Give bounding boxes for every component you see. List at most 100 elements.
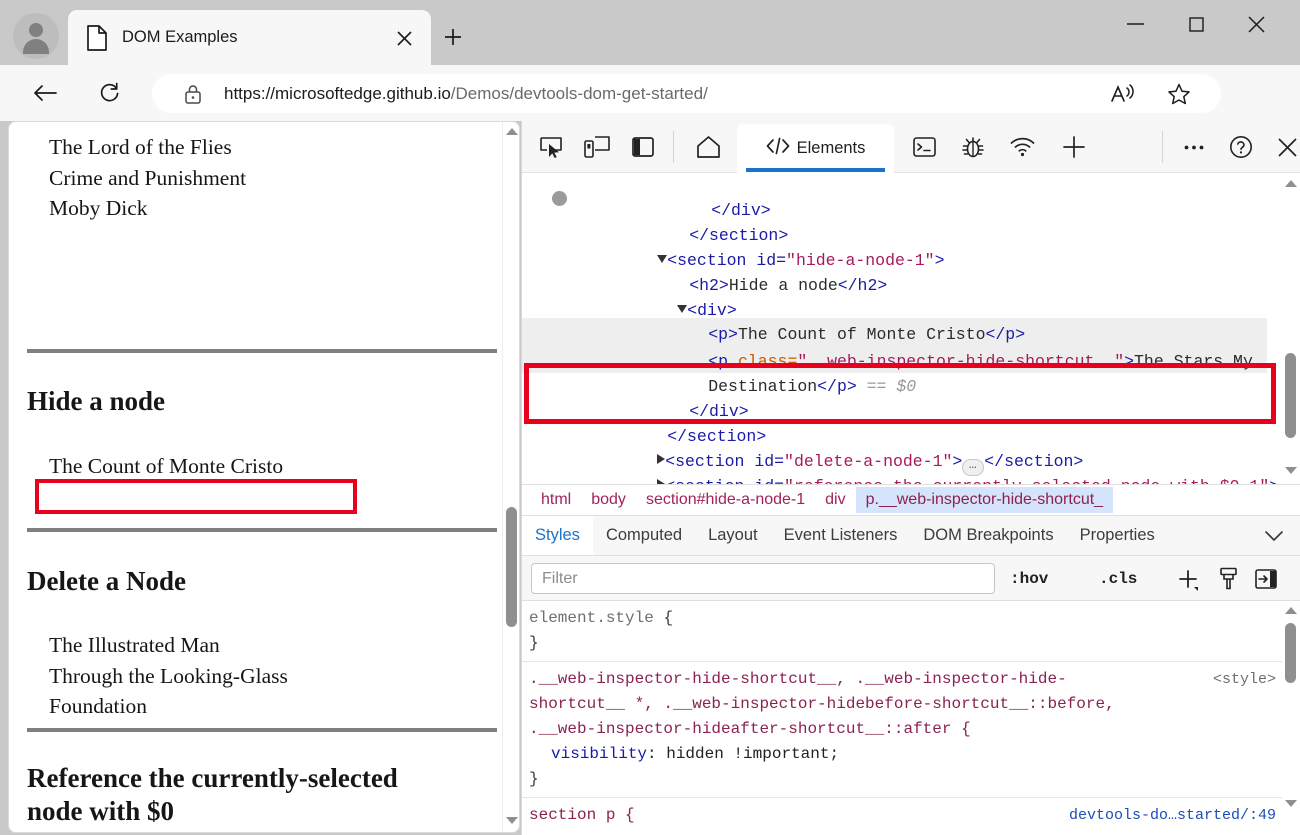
dom-tree-scrollbar[interactable]: [1282, 173, 1300, 484]
profile-avatar-icon[interactable]: [13, 13, 59, 59]
network-wifi-icon[interactable]: [1005, 131, 1039, 163]
rule-selector-line-2[interactable]: shortcut__ *, .__web-inspector-hidebefor…: [529, 692, 1300, 717]
tab-title: DOM Examples: [122, 28, 238, 46]
plus-icon[interactable]: [1057, 131, 1091, 163]
breadcrumb-item-body[interactable]: body: [581, 487, 636, 513]
close-icon[interactable]: [1270, 131, 1300, 163]
styles-scrollbar[interactable]: [1282, 601, 1300, 835]
scroll-down-icon[interactable]: [1285, 467, 1297, 474]
styles-filter-row: Filter :hov .cls: [522, 556, 1300, 601]
maximize-icon[interactable]: [1169, 0, 1224, 48]
section-divider: [27, 528, 497, 532]
style-rule-web-inspector-hide[interactable]: <style> .__web-inspector-hide-shortcut__…: [522, 662, 1300, 798]
paintbrush-icon[interactable]: [1212, 556, 1244, 601]
dom-line-section-hide-a-node[interactable]: <section id="hide-a-node-1">: [578, 223, 944, 270]
new-tab-button[interactable]: [436, 20, 470, 54]
close-icon[interactable]: [390, 24, 418, 52]
rule-selector-line-3[interactable]: .__web-inspector-hideafter-shortcut__::a…: [529, 717, 1300, 742]
scroll-down-icon[interactable]: [1285, 800, 1297, 807]
rule-selector-line-1[interactable]: .__web-inspector-hide-shortcut__, .__web…: [529, 667, 1300, 692]
page-scrollbar[interactable]: [502, 122, 519, 832]
page-content: The Lord of the Flies Crime and Punishme…: [9, 122, 504, 832]
scroll-down-icon[interactable]: [506, 817, 518, 824]
inspect-element-icon[interactable]: [534, 131, 568, 163]
device-emulation-icon[interactable]: [580, 131, 614, 163]
tab-layout[interactable]: Layout: [695, 516, 771, 555]
plus-icon[interactable]: [1172, 556, 1204, 601]
class-toggle-button[interactable]: .cls: [1099, 556, 1137, 601]
declaration-value[interactable]: hidden !important;: [666, 745, 839, 763]
tab-dom-breakpoints[interactable]: DOM Breakpoints: [910, 516, 1066, 555]
url-domain: https://microsoftedge.github.io: [224, 83, 451, 103]
rule-declaration[interactable]: visibility: hidden !important;: [529, 742, 1300, 767]
read-aloud-icon[interactable]: [1110, 82, 1136, 106]
rule-origin: <style>: [1212, 671, 1276, 688]
book-list-top: The Lord of the Flies Crime and Punishme…: [49, 132, 246, 224]
close-brace: }: [529, 634, 539, 652]
tab-computed[interactable]: Computed: [593, 516, 695, 555]
dom-line-h2[interactable]: <h2>Hide a node</h2>: [610, 248, 887, 295]
debugger-bug-icon[interactable]: [956, 131, 990, 163]
tab-properties[interactable]: Properties: [1067, 516, 1168, 555]
close-icon[interactable]: [1229, 0, 1284, 48]
tab-elements-label: Elements: [796, 139, 866, 157]
list-item: Foundation: [49, 694, 147, 718]
scrollbar-thumb[interactable]: [506, 507, 517, 627]
scrollbar-thumb[interactable]: [1285, 623, 1296, 683]
ellipsis-icon[interactable]: [1177, 131, 1211, 163]
home-icon[interactable]: [688, 131, 728, 163]
dock-panel-icon[interactable]: [626, 131, 660, 163]
breakpoint-dot-icon[interactable]: [552, 191, 567, 206]
rule-selector[interactable]: element.style: [529, 609, 654, 627]
tab-event-listeners[interactable]: Event Listeners: [771, 516, 911, 555]
dom-line-div-open[interactable]: <div>: [598, 273, 737, 320]
dom-tree[interactable]: </div> </section> <section id="hide-a-no…: [522, 173, 1300, 484]
devtools-panel: Elements </div> </section> <section id="…: [521, 121, 1300, 835]
section-divider: [27, 728, 497, 732]
star-icon[interactable]: [1167, 82, 1191, 106]
breadcrumb-item-section[interactable]: section#hide-a-node-1: [636, 487, 815, 513]
selected-node-highlight-box: [524, 363, 1276, 424]
sidebar-toggle-icon[interactable]: [1250, 556, 1282, 601]
browser-tab[interactable]: DOM Examples: [68, 10, 431, 65]
dom-line-close-section[interactable]: </section>: [610, 198, 788, 245]
reload-icon[interactable]: [90, 74, 128, 112]
style-rule-element-style[interactable]: element.style { }: [522, 601, 1300, 662]
dom-line-p-selected[interactable]: <p class="__web-inspector-hide-shortcut_…: [629, 324, 1253, 371]
dom-line-section-delete-a-node[interactable]: <section id="delete-a-node-1">… </section…: [578, 424, 1083, 476]
page-viewport: The Lord of the Flies Crime and Punishme…: [8, 121, 520, 833]
close-brace: }: [529, 770, 539, 788]
scrollbar-thumb[interactable]: [1285, 353, 1296, 438]
back-arrow-icon[interactable]: [26, 74, 64, 112]
tab-elements[interactable]: Elements: [737, 124, 894, 173]
scroll-up-icon[interactable]: [1285, 607, 1297, 614]
dom-line-p-count[interactable]: <p>The Count of Monte Cristo</p>: [629, 297, 1025, 344]
hover-state-button[interactable]: :hov: [1010, 556, 1048, 601]
browser-window: DOM Examples https://microsoftedge.githu…: [0, 0, 1300, 835]
lock-icon[interactable]: [183, 83, 205, 105]
address-bar[interactable]: https://microsoftedge.github.io/Demos/de…: [152, 74, 1221, 113]
book-list-delete: The Illustrated Man Through the Looking-…: [49, 630, 288, 722]
rule-origin-link[interactable]: devtools-do…started/:49: [1069, 803, 1276, 828]
dom-line-section-reference-node[interactable]: <section id="reference-the-currently-sel…: [578, 449, 1300, 484]
open-brace: {: [663, 609, 674, 627]
filter-input[interactable]: Filter: [531, 563, 995, 594]
dom-line-close-section-3[interactable]: </section>: [588, 474, 766, 484]
help-circle-icon[interactable]: [1224, 131, 1258, 163]
tab-styles[interactable]: Styles: [522, 516, 593, 555]
chevron-down-icon[interactable]: [1265, 516, 1283, 556]
breadcrumb-item-div[interactable]: div: [815, 487, 855, 513]
style-rule-section-p[interactable]: devtools-do…started/:49 section p {: [522, 798, 1300, 833]
styles-rules[interactable]: element.style { } <style> .__web-inspect…: [522, 601, 1300, 835]
list-item: Crime and Punishment: [49, 165, 247, 190]
list-item: Through the Looking-Glass: [49, 663, 288, 688]
devtools-toolbar: Elements: [522, 121, 1300, 173]
scroll-up-icon[interactable]: [1285, 180, 1297, 187]
declaration-property[interactable]: visibility: [551, 745, 647, 763]
dom-line-close-div[interactable]: </div>: [632, 173, 770, 220]
scroll-up-icon[interactable]: [506, 128, 518, 135]
breadcrumb-item-p-selected[interactable]: p.__web-inspector-hide-shortcut_: [855, 487, 1114, 513]
minimize-icon[interactable]: [1108, 0, 1163, 48]
console-icon[interactable]: [907, 131, 941, 163]
breadcrumb-item-html[interactable]: html: [531, 487, 581, 513]
